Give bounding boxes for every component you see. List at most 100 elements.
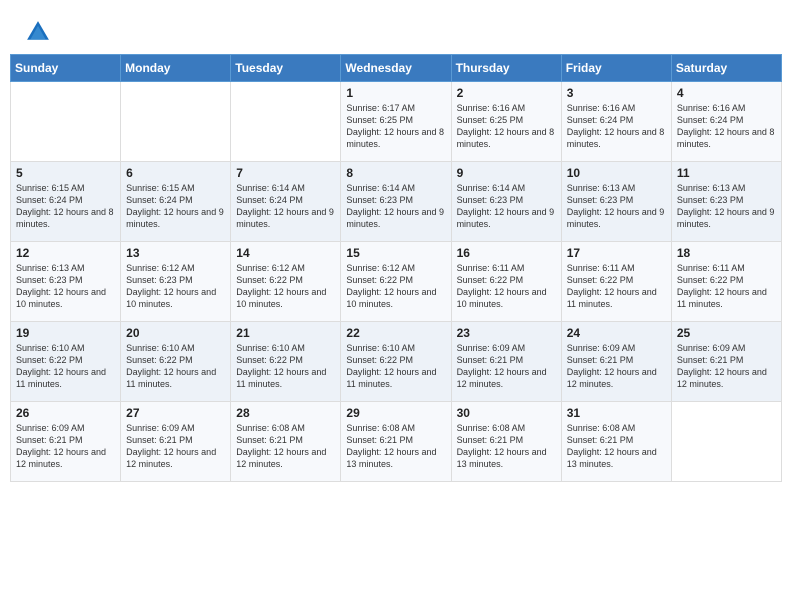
sunrise-text: Sunrise: 6:10 AM [346, 343, 415, 353]
calendar-cell: 6 Sunrise: 6:15 AM Sunset: 6:24 PM Dayli… [121, 162, 231, 242]
sunrise-text: Sunrise: 6:10 AM [126, 343, 195, 353]
cell-info: Sunrise: 6:17 AM Sunset: 6:25 PM Dayligh… [346, 102, 445, 151]
cell-info: Sunrise: 6:13 AM Sunset: 6:23 PM Dayligh… [16, 262, 115, 311]
calendar-cell: 30 Sunrise: 6:08 AM Sunset: 6:21 PM Dayl… [451, 402, 561, 482]
cell-info: Sunrise: 6:08 AM Sunset: 6:21 PM Dayligh… [567, 422, 666, 471]
day-number: 12 [16, 246, 115, 260]
sunset-text: Sunset: 6:23 PM [457, 195, 524, 205]
sunrise-text: Sunrise: 6:09 AM [16, 423, 85, 433]
daylight-text: Daylight: 12 hours and 8 minutes. [346, 127, 444, 149]
calendar-cell: 10 Sunrise: 6:13 AM Sunset: 6:23 PM Dayl… [561, 162, 671, 242]
day-number: 3 [567, 86, 666, 100]
daylight-text: Daylight: 12 hours and 11 minutes. [16, 367, 106, 389]
cell-info: Sunrise: 6:10 AM Sunset: 6:22 PM Dayligh… [16, 342, 115, 391]
sunrise-text: Sunrise: 6:12 AM [346, 263, 415, 273]
cell-info: Sunrise: 6:15 AM Sunset: 6:24 PM Dayligh… [126, 182, 225, 231]
daylight-text: Daylight: 12 hours and 8 minutes. [567, 127, 665, 149]
daylight-text: Daylight: 12 hours and 9 minutes. [457, 207, 555, 229]
sunrise-text: Sunrise: 6:10 AM [16, 343, 85, 353]
weekday-header-wednesday: Wednesday [341, 55, 451, 82]
sunset-text: Sunset: 6:24 PM [236, 195, 303, 205]
cell-info: Sunrise: 6:15 AM Sunset: 6:24 PM Dayligh… [16, 182, 115, 231]
sunset-text: Sunset: 6:24 PM [16, 195, 83, 205]
day-number: 11 [677, 166, 776, 180]
calendar-cell: 1 Sunrise: 6:17 AM Sunset: 6:25 PM Dayli… [341, 82, 451, 162]
calendar-cell [671, 402, 781, 482]
calendar-cell: 5 Sunrise: 6:15 AM Sunset: 6:24 PM Dayli… [11, 162, 121, 242]
daylight-text: Daylight: 12 hours and 9 minutes. [126, 207, 224, 229]
daylight-text: Daylight: 12 hours and 8 minutes. [457, 127, 555, 149]
day-number: 6 [126, 166, 225, 180]
logo [24, 18, 56, 46]
sunset-text: Sunset: 6:24 PM [677, 115, 744, 125]
sunset-text: Sunset: 6:23 PM [567, 195, 634, 205]
day-number: 19 [16, 326, 115, 340]
cell-info: Sunrise: 6:12 AM Sunset: 6:22 PM Dayligh… [236, 262, 335, 311]
day-number: 7 [236, 166, 335, 180]
sunset-text: Sunset: 6:24 PM [126, 195, 193, 205]
cell-info: Sunrise: 6:16 AM Sunset: 6:24 PM Dayligh… [677, 102, 776, 151]
week-row-4: 26 Sunrise: 6:09 AM Sunset: 6:21 PM Dayl… [11, 402, 782, 482]
sunrise-text: Sunrise: 6:13 AM [16, 263, 85, 273]
calendar-cell: 3 Sunrise: 6:16 AM Sunset: 6:24 PM Dayli… [561, 82, 671, 162]
daylight-text: Daylight: 12 hours and 9 minutes. [677, 207, 775, 229]
day-number: 13 [126, 246, 225, 260]
weekday-header-friday: Friday [561, 55, 671, 82]
sunset-text: Sunset: 6:21 PM [16, 435, 83, 445]
daylight-text: Daylight: 12 hours and 12 minutes. [567, 367, 657, 389]
sunset-text: Sunset: 6:21 PM [457, 355, 524, 365]
day-number: 29 [346, 406, 445, 420]
page: SundayMondayTuesdayWednesdayThursdayFrid… [0, 0, 792, 612]
sunset-text: Sunset: 6:22 PM [346, 275, 413, 285]
cell-info: Sunrise: 6:11 AM Sunset: 6:22 PM Dayligh… [677, 262, 776, 311]
daylight-text: Daylight: 12 hours and 11 minutes. [346, 367, 436, 389]
day-number: 25 [677, 326, 776, 340]
sunset-text: Sunset: 6:22 PM [346, 355, 413, 365]
cell-info: Sunrise: 6:10 AM Sunset: 6:22 PM Dayligh… [346, 342, 445, 391]
sunrise-text: Sunrise: 6:11 AM [567, 263, 635, 273]
calendar-cell [121, 82, 231, 162]
cell-info: Sunrise: 6:09 AM Sunset: 6:21 PM Dayligh… [457, 342, 556, 391]
sunrise-text: Sunrise: 6:11 AM [457, 263, 525, 273]
day-number: 15 [346, 246, 445, 260]
calendar-cell: 17 Sunrise: 6:11 AM Sunset: 6:22 PM Dayl… [561, 242, 671, 322]
calendar-cell: 11 Sunrise: 6:13 AM Sunset: 6:23 PM Dayl… [671, 162, 781, 242]
daylight-text: Daylight: 12 hours and 10 minutes. [236, 287, 326, 309]
cell-info: Sunrise: 6:08 AM Sunset: 6:21 PM Dayligh… [236, 422, 335, 471]
sunrise-text: Sunrise: 6:17 AM [346, 103, 415, 113]
daylight-text: Daylight: 12 hours and 11 minutes. [126, 367, 216, 389]
calendar-cell: 19 Sunrise: 6:10 AM Sunset: 6:22 PM Dayl… [11, 322, 121, 402]
sunset-text: Sunset: 6:22 PM [126, 355, 193, 365]
daylight-text: Daylight: 12 hours and 13 minutes. [457, 447, 547, 469]
day-number: 26 [16, 406, 115, 420]
daylight-text: Daylight: 12 hours and 10 minutes. [126, 287, 216, 309]
sunrise-text: Sunrise: 6:14 AM [457, 183, 526, 193]
daylight-text: Daylight: 12 hours and 12 minutes. [236, 447, 326, 469]
daylight-text: Daylight: 12 hours and 12 minutes. [16, 447, 106, 469]
calendar-cell: 15 Sunrise: 6:12 AM Sunset: 6:22 PM Dayl… [341, 242, 451, 322]
sunset-text: Sunset: 6:23 PM [677, 195, 744, 205]
sunrise-text: Sunrise: 6:14 AM [346, 183, 415, 193]
day-number: 1 [346, 86, 445, 100]
calendar-cell [231, 82, 341, 162]
daylight-text: Daylight: 12 hours and 11 minutes. [236, 367, 326, 389]
sunset-text: Sunset: 6:25 PM [346, 115, 413, 125]
daylight-text: Daylight: 12 hours and 10 minutes. [457, 287, 547, 309]
sunrise-text: Sunrise: 6:15 AM [126, 183, 195, 193]
day-number: 30 [457, 406, 556, 420]
calendar-cell: 23 Sunrise: 6:09 AM Sunset: 6:21 PM Dayl… [451, 322, 561, 402]
cell-info: Sunrise: 6:11 AM Sunset: 6:22 PM Dayligh… [567, 262, 666, 311]
daylight-text: Daylight: 12 hours and 12 minutes. [677, 367, 767, 389]
calendar-cell: 21 Sunrise: 6:10 AM Sunset: 6:22 PM Dayl… [231, 322, 341, 402]
sunset-text: Sunset: 6:22 PM [677, 275, 744, 285]
calendar-body: 1 Sunrise: 6:17 AM Sunset: 6:25 PM Dayli… [11, 82, 782, 482]
sunrise-text: Sunrise: 6:09 AM [567, 343, 636, 353]
sunset-text: Sunset: 6:23 PM [16, 275, 83, 285]
day-number: 20 [126, 326, 225, 340]
sunset-text: Sunset: 6:21 PM [567, 355, 634, 365]
day-number: 21 [236, 326, 335, 340]
cell-info: Sunrise: 6:09 AM Sunset: 6:21 PM Dayligh… [16, 422, 115, 471]
sunrise-text: Sunrise: 6:13 AM [677, 183, 746, 193]
sunrise-text: Sunrise: 6:09 AM [457, 343, 526, 353]
week-row-3: 19 Sunrise: 6:10 AM Sunset: 6:22 PM Dayl… [11, 322, 782, 402]
